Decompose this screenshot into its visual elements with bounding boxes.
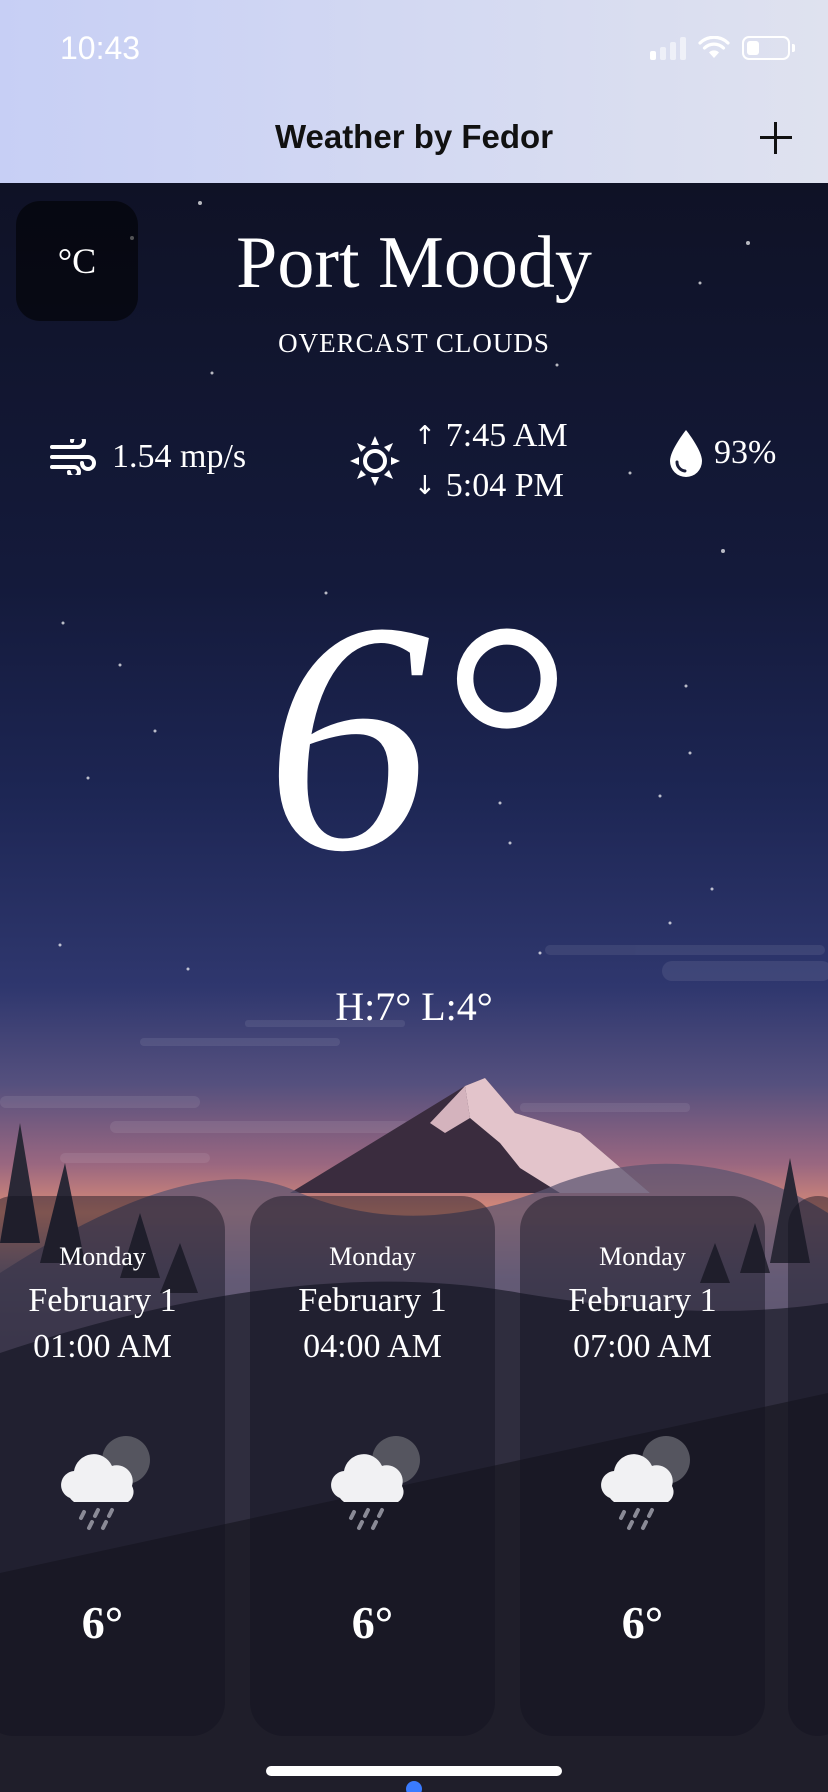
forecast-date: February 1 — [568, 1282, 717, 1319]
status-icons — [650, 36, 795, 60]
forecast-time: 04:00 AM — [303, 1328, 442, 1365]
app-title: Weather by Fedor — [274, 118, 554, 155]
sunset-row: ↓ 5:04 PM — [414, 461, 568, 511]
arrow-up-icon: ↑ — [414, 421, 436, 451]
city-name: Port Moody — [236, 222, 592, 304]
forecast-temp: 6° — [621, 1597, 664, 1648]
cloud-rain-moon-icon — [330, 1436, 420, 1530]
home-indicator[interactable] — [266, 1766, 562, 1776]
forecast-card[interactable]: Monday February 1 04:00 AM 6° — [250, 1196, 495, 1736]
cellular-signal-icon — [650, 36, 686, 60]
sun-info: ↑ 7:45 AM ↓ 5:04 PM — [350, 411, 568, 511]
forecast-time: 07:00 AM — [573, 1328, 712, 1365]
battery-icon — [742, 36, 795, 60]
sunset-time: 5:04 PM — [445, 467, 564, 504]
forecast-temp: 6° — [81, 1597, 124, 1648]
cloud-rain-moon-icon — [600, 1436, 690, 1530]
forecast-date: February 1 — [298, 1282, 447, 1319]
forecast-time: 01:00 AM — [33, 1328, 172, 1365]
add-location-button[interactable] — [756, 118, 796, 158]
forecast-card[interactable]: Monday February 1 07:00 AM 6° — [520, 1196, 765, 1736]
humidity-info: 93% — [668, 428, 776, 478]
forecast-card-partial[interactable] — [788, 1196, 828, 1736]
wifi-icon — [698, 36, 730, 58]
humidity-value: 93% — [714, 434, 777, 471]
forecast-date: February 1 — [28, 1282, 177, 1319]
sunrise-row: ↑ 7:45 AM — [414, 411, 568, 461]
wind-info: 1.54 mp/s — [50, 438, 246, 476]
sun-icon — [350, 436, 400, 486]
forecast-day: Monday — [59, 1242, 146, 1271]
forecast-day: Monday — [329, 1242, 416, 1271]
hourly-forecast[interactable]: Monday February 1 01:00 AM 6° Monday Feb… — [0, 1196, 828, 1736]
status-time: 10:43 — [60, 30, 141, 66]
weather-scene: °C Port Moody OVERCAST CLOUDS 1.54 mp/s … — [0, 183, 828, 1792]
droplet-icon — [670, 430, 702, 477]
weather-condition: OVERCAST CLOUDS — [278, 328, 550, 358]
forecast-card[interactable]: Monday February 1 01:00 AM 6° — [0, 1196, 225, 1736]
wind-icon — [50, 439, 96, 475]
high-low-temperature: H:7° L:4° — [335, 984, 493, 1029]
forecast-temp: 6° — [351, 1597, 394, 1648]
current-temperature: 6° — [265, 555, 563, 920]
forecast-day: Monday — [599, 1242, 686, 1271]
page-indicator-dot — [406, 1781, 422, 1792]
top-bar: 10:43 Weather by Fedor — [0, 0, 828, 183]
wind-speed: 1.54 mp/s — [112, 438, 247, 475]
cloud-rain-moon-icon — [60, 1436, 150, 1530]
arrow-down-icon: ↓ — [414, 471, 436, 501]
sunrise-time: 7:45 AM — [445, 417, 568, 454]
